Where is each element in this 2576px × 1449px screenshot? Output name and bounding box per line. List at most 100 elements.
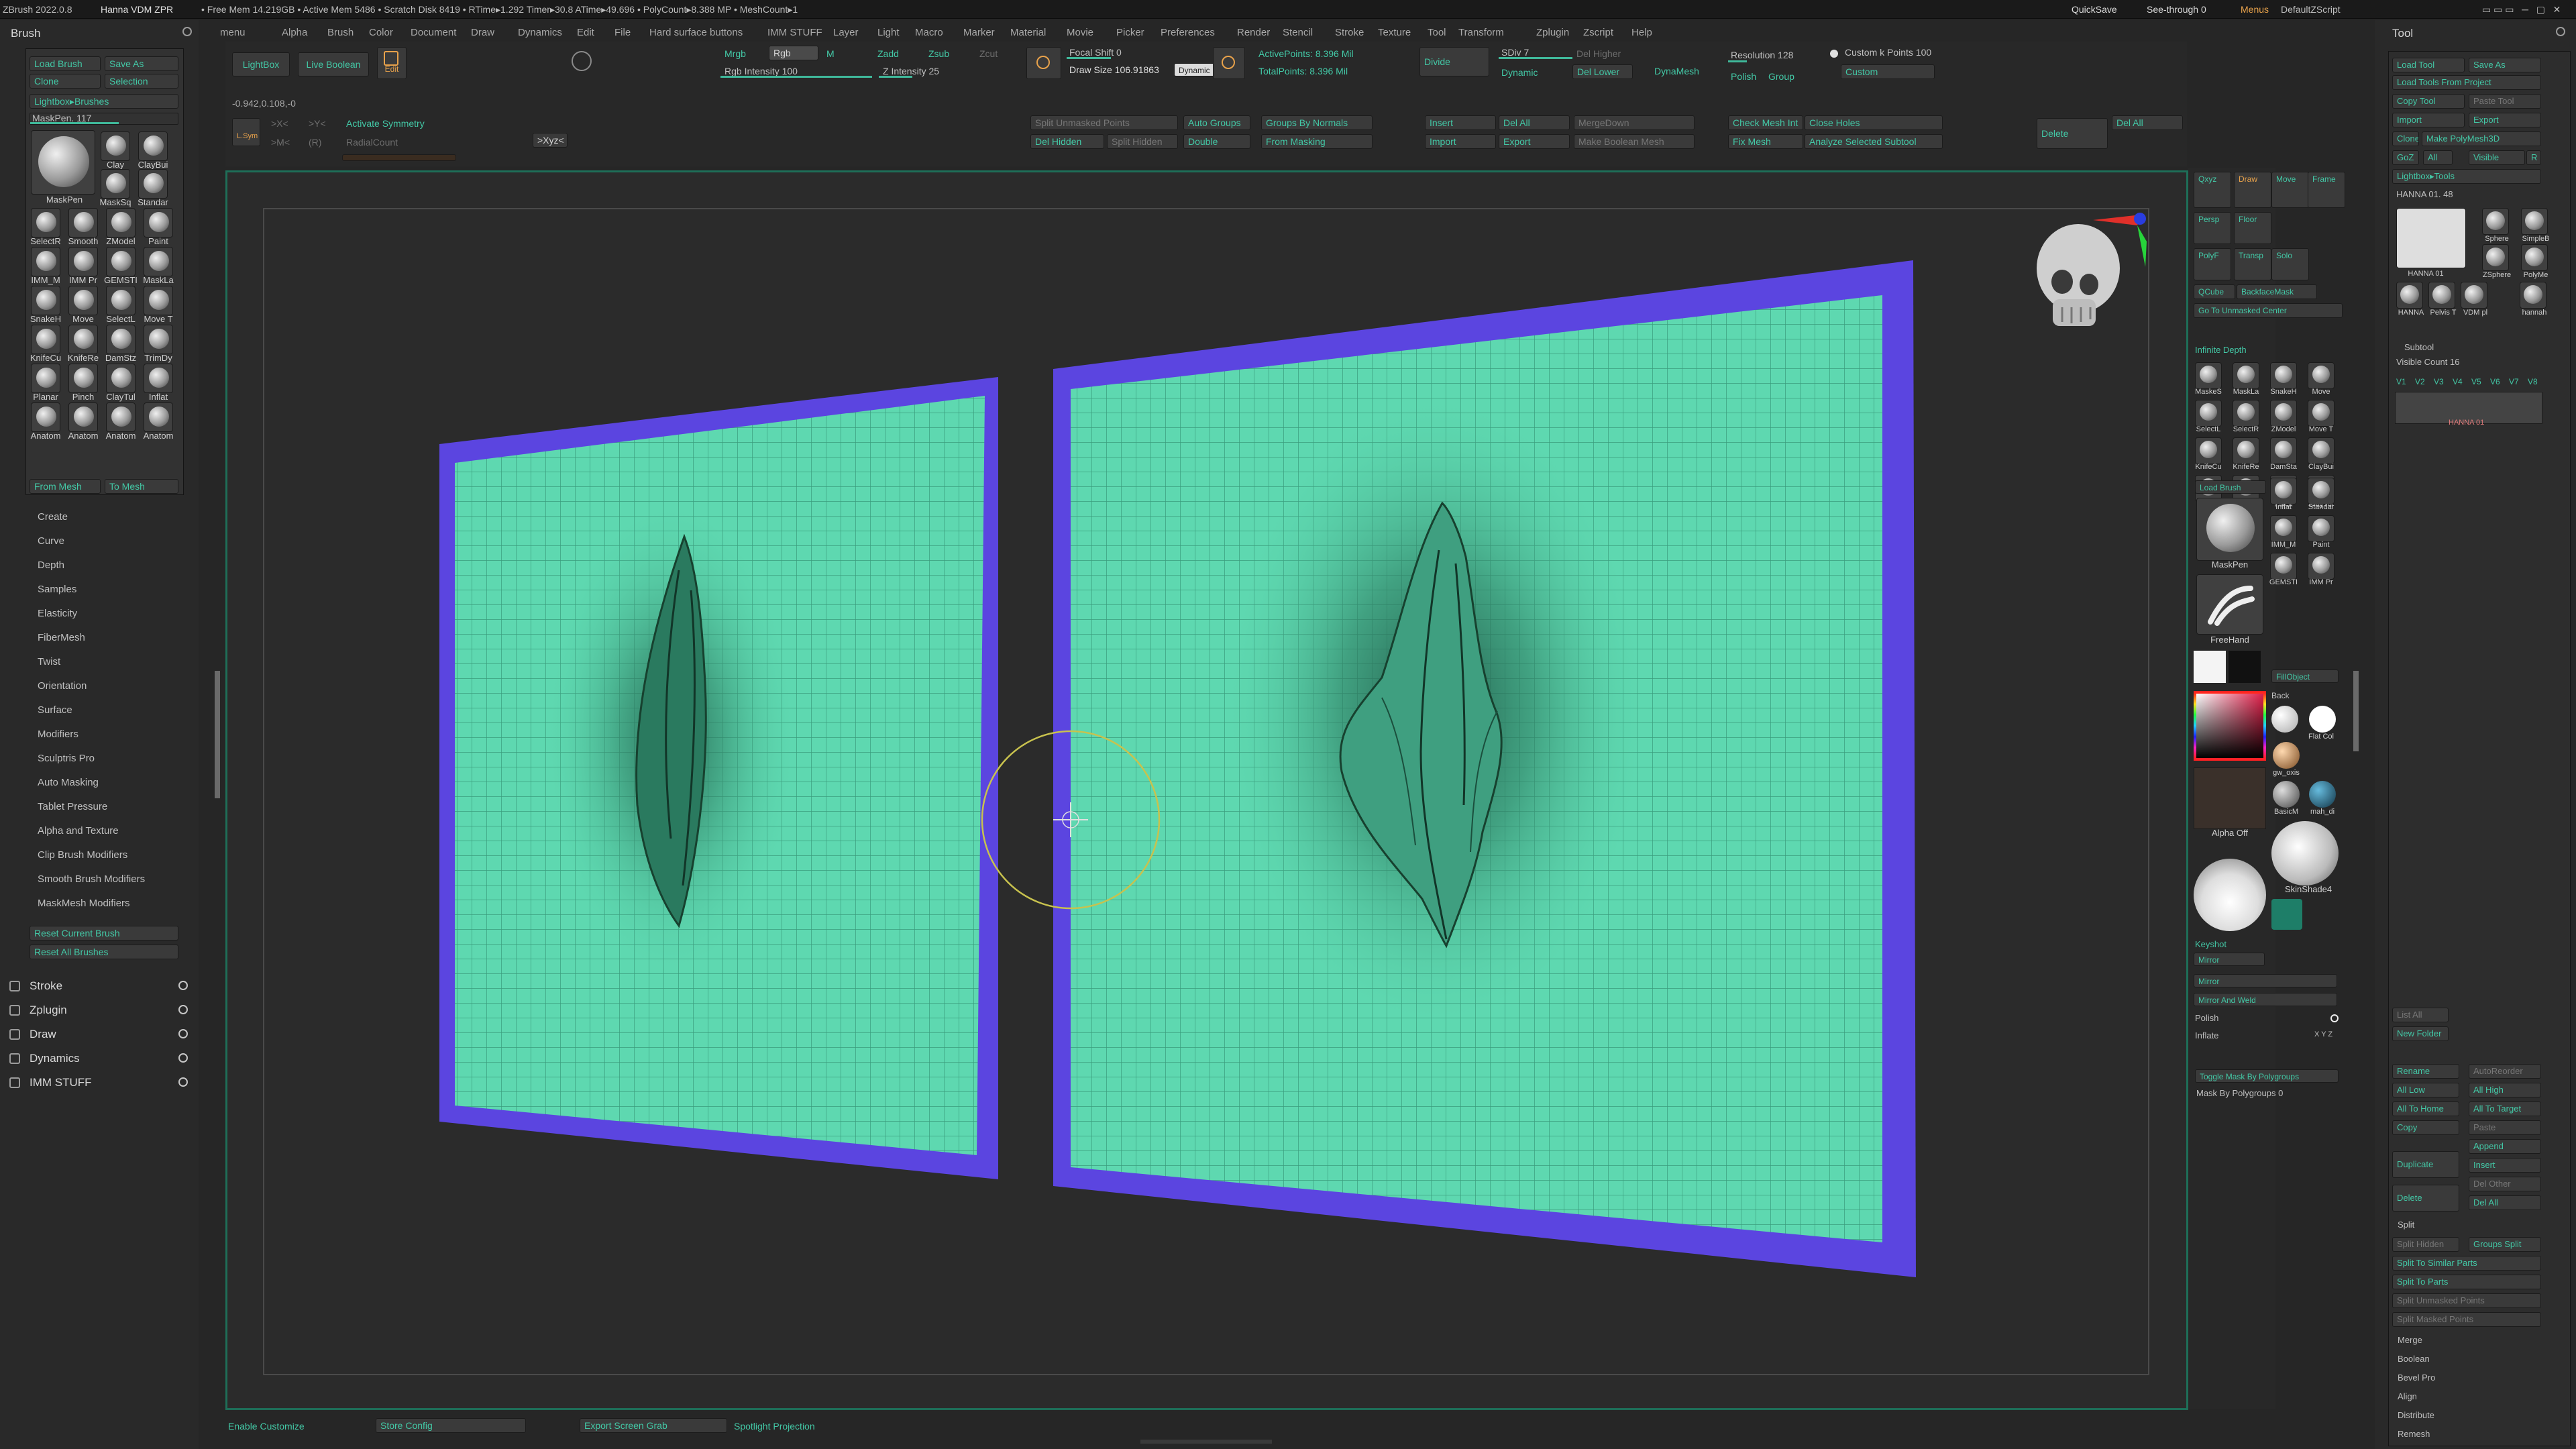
- tool-subpalette-bevel-pro[interactable]: Bevel Pro: [2398, 1373, 2435, 1383]
- subtool-level-v6[interactable]: V6: [2490, 377, 2500, 386]
- rshelf-brush-thumb[interactable]: [2195, 362, 2222, 389]
- basic-material[interactable]: [2273, 781, 2300, 808]
- tool-thumb[interactable]: [2396, 282, 2423, 309]
- rshelf-qcube[interactable]: QCube: [2194, 284, 2235, 299]
- subtool-level-v2[interactable]: V2: [2415, 377, 2425, 386]
- tool-thumb[interactable]: [2396, 208, 2466, 268]
- rshelf-persp[interactable]: Persp: [2194, 212, 2231, 244]
- rshelf-brush-thumb[interactable]: [2308, 437, 2334, 464]
- rshelf-brush-thumb[interactable]: [2308, 362, 2334, 389]
- tool-del-other-button[interactable]: Del Other: [2469, 1177, 2541, 1191]
- secondary-color-swatch[interactable]: [2229, 651, 2261, 683]
- tool-split-unmasked-button[interactable]: Split Unmasked Points: [2392, 1293, 2541, 1308]
- tool-autoreorder-button[interactable]: AutoReorder: [2469, 1064, 2541, 1079]
- visible-count-slider[interactable]: Visible Count 16: [2396, 357, 2459, 367]
- tool-groups-split-button[interactable]: Groups Split: [2469, 1237, 2541, 1252]
- subtool-level-v3[interactable]: V3: [2434, 377, 2444, 386]
- tool-thumb[interactable]: [2461, 282, 2487, 309]
- rshelf-mirror[interactable]: Mirror: [2194, 953, 2265, 966]
- subtool-level-v8[interactable]: V8: [2528, 377, 2538, 386]
- tool-split-similar-parts-button[interactable]: Split To Similar Parts: [2392, 1256, 2541, 1271]
- rshelf-brush-thumb[interactable]: [2233, 437, 2259, 464]
- tool-paste-button[interactable]: Paste: [2469, 1120, 2541, 1135]
- rshelf-brush-thumb[interactable]: [2270, 362, 2297, 389]
- mesh-plane-right[interactable]: [1053, 260, 1916, 1277]
- tool-pin-icon[interactable]: [2556, 27, 2565, 36]
- tool-subpalette-distribute[interactable]: Distribute: [2398, 1410, 2434, 1420]
- rshelf-mirror-2[interactable]: Mirror: [2194, 974, 2337, 987]
- subtool-level-v4[interactable]: V4: [2453, 377, 2463, 386]
- rshelf-brush-thumb[interactable]: [2233, 362, 2259, 389]
- tool-rename-button[interactable]: Rename: [2392, 1064, 2459, 1079]
- rshelf-brush-thumb[interactable]: [2270, 553, 2297, 580]
- tool-delete-button[interactable]: Delete: [2392, 1185, 2459, 1212]
- rshelf-brush-thumb[interactable]: [2195, 437, 2222, 464]
- rshelf-mirror-and-weld[interactable]: Mirror And Weld: [2194, 993, 2337, 1006]
- tool-del-all-button[interactable]: Del All: [2469, 1195, 2541, 1210]
- main-color-swatch[interactable]: [2194, 651, 2226, 683]
- tool-subpalette-align[interactable]: Align: [2398, 1391, 2417, 1401]
- right-tray-scroll-handle[interactable]: [2353, 671, 2359, 751]
- rshelf-brush-thumb[interactable]: [2270, 437, 2297, 464]
- rshelf-brush-thumb[interactable]: [2195, 400, 2222, 427]
- matcap-red-icon[interactable]: [2271, 706, 2298, 733]
- rshelf-brush-thumb[interactable]: [2308, 515, 2334, 542]
- tool-thumb[interactable]: [2521, 208, 2548, 235]
- tool-visible-button[interactable]: Visible: [2469, 150, 2525, 165]
- keyshot-label[interactable]: Keyshot: [2195, 939, 2226, 949]
- tool-all-high-button[interactable]: All High: [2469, 1083, 2541, 1097]
- rshelf-qxyz[interactable]: Qxyz: [2194, 172, 2231, 208]
- rshelf-fill-object[interactable]: FillObject: [2271, 669, 2339, 683]
- split-heading[interactable]: Split: [2398, 1220, 2414, 1230]
- tool-split-to-parts-button[interactable]: Split To Parts: [2392, 1275, 2541, 1289]
- subtool-level-v1[interactable]: V1: [2396, 377, 2406, 386]
- tool-clone-button[interactable]: Clone: [2392, 131, 2419, 146]
- rshelf-brush-thumb[interactable]: [2270, 478, 2297, 504]
- rshelf-frame[interactable]: Frame: [2308, 172, 2345, 208]
- polish-slider[interactable]: Polish: [2195, 1013, 2218, 1023]
- mah-di-material[interactable]: [2309, 781, 2336, 808]
- tool-all-to-target-button[interactable]: All To Target: [2469, 1102, 2541, 1116]
- tool-thumb[interactable]: [2482, 208, 2509, 235]
- rshelf-solo[interactable]: Solo: [2271, 248, 2309, 280]
- tool-palette-title[interactable]: Tool: [2392, 27, 2413, 40]
- mesh-plane-left[interactable]: [439, 377, 998, 1179]
- tool-subpalette-merge[interactable]: Merge: [2398, 1335, 2422, 1345]
- subtool-heading[interactable]: Subtool: [2404, 342, 2434, 352]
- skinshade-material[interactable]: [2271, 821, 2339, 885]
- tool-thumb[interactable]: [2520, 282, 2546, 309]
- tool-all-to-home-button[interactable]: All To Home: [2392, 1102, 2459, 1116]
- tool-subpalette-boolean[interactable]: Boolean: [2398, 1354, 2430, 1364]
- rshelf-brush-thumb[interactable]: [2270, 515, 2297, 542]
- rshelf-transp[interactable]: Transp: [2234, 248, 2271, 280]
- spotlight-projection-button[interactable]: Spotlight Projection: [734, 1421, 815, 1432]
- gw-oxis-material[interactable]: [2273, 742, 2300, 769]
- tool-export-button[interactable]: Export: [2469, 113, 2541, 127]
- rshelf-maskpen-thumb[interactable]: [2196, 498, 2263, 561]
- rshelf-brush-thumb[interactable]: [2308, 400, 2334, 427]
- rshelf-brush-thumb[interactable]: [2308, 478, 2334, 504]
- subtool-level-v5[interactable]: V5: [2471, 377, 2481, 386]
- tool-insert-button[interactable]: Insert: [2469, 1158, 2541, 1173]
- tool-load-tool-button[interactable]: Load Tool: [2392, 58, 2465, 72]
- rshelf-freehand-stroke[interactable]: [2196, 574, 2263, 635]
- tool-new-folder-button[interactable]: New Folder: [2392, 1026, 2449, 1041]
- tool-paste-tool-button[interactable]: Paste Tool: [2469, 94, 2541, 109]
- flat-color-icon[interactable]: [2309, 706, 2336, 733]
- rshelf-brush-thumb[interactable]: [2308, 553, 2334, 580]
- rshelf-draw[interactable]: Draw: [2234, 172, 2271, 208]
- rshelf-move[interactable]: Move: [2271, 172, 2309, 208]
- rshelf-floor[interactable]: Floor: [2234, 212, 2271, 244]
- rshelf-brush-thumb[interactable]: [2270, 400, 2297, 427]
- tool-append-button[interactable]: Append: [2469, 1139, 2541, 1154]
- tool-lightbox-tools-button[interactable]: Lightbox▸Tools: [2392, 169, 2541, 184]
- tool-split-hidden-button[interactable]: Split Hidden: [2392, 1237, 2459, 1252]
- tool-list-all-button[interactable]: List All: [2392, 1008, 2449, 1022]
- tool-load-tools-from-project-button[interactable]: Load Tools From Project: [2392, 75, 2541, 90]
- rshelf-brush-thumb[interactable]: [2233, 400, 2259, 427]
- rshelf-load-brush[interactable]: Load Brush: [2195, 480, 2266, 494]
- color-picker[interactable]: [2194, 691, 2266, 761]
- infinite-depth-label[interactable]: Infinite Depth: [2195, 345, 2247, 355]
- bottom-tray-handle[interactable]: [1140, 1440, 1272, 1444]
- tool-all-button[interactable]: All: [2423, 150, 2453, 165]
